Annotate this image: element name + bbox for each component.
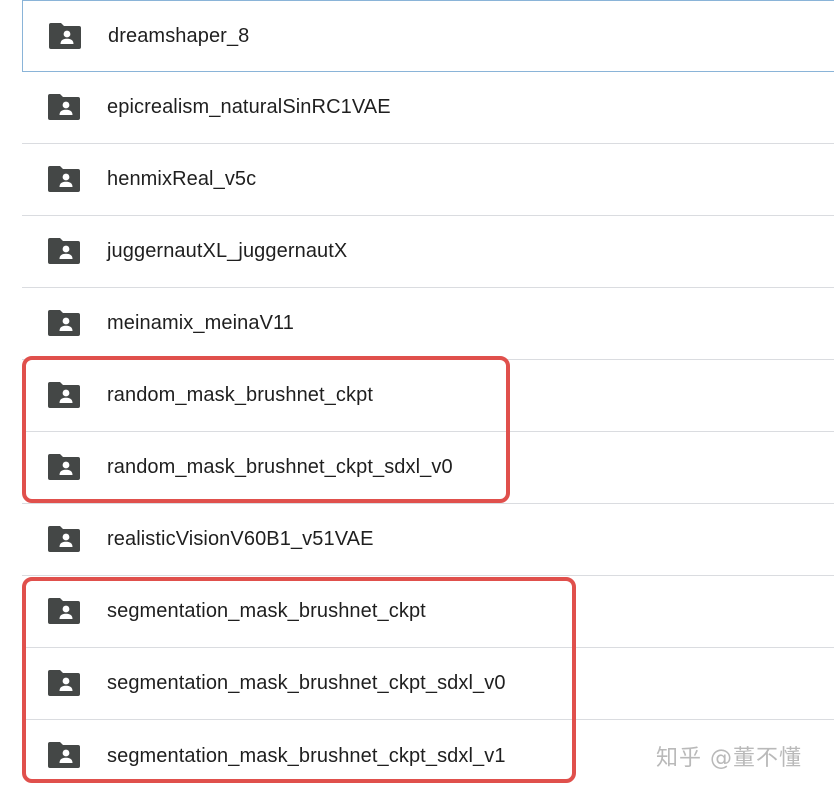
list-item[interactable]: henmixReal_v5c: [22, 144, 834, 216]
file-name: random_mask_brushnet_ckpt: [107, 384, 373, 406]
list-item[interactable]: random_mask_brushnet_ckpt: [22, 360, 834, 432]
file-name: segmentation_mask_brushnet_ckpt_sdxl_v0: [107, 672, 506, 694]
shared-folder-icon: [48, 310, 80, 336]
drive-file-list-page: dreamshaper_8 epicrealism_naturalSinRC1V…: [0, 0, 834, 789]
file-name: epicrealism_naturalSinRC1VAE: [107, 96, 391, 118]
shared-folder-icon: [48, 94, 80, 120]
shared-folder-icon: [48, 742, 80, 768]
list-item[interactable]: juggernautXL_juggernautX: [22, 216, 834, 288]
file-name: meinamix_meinaV11: [107, 312, 294, 334]
file-name: segmentation_mask_brushnet_ckpt_sdxl_v1: [107, 744, 506, 767]
file-name: segmentation_mask_brushnet_ckpt: [107, 600, 426, 622]
shared-folder-icon: [49, 23, 81, 49]
list-item[interactable]: meinamix_meinaV11: [22, 288, 834, 360]
list-item[interactable]: segmentation_mask_brushnet_ckpt: [22, 576, 834, 648]
shared-folder-icon: [48, 526, 80, 552]
file-name: random_mask_brushnet_ckpt_sdxl_v0: [107, 456, 453, 478]
file-name: henmixReal_v5c: [107, 168, 257, 190]
shared-folder-icon: [48, 166, 80, 192]
file-list: dreamshaper_8 epicrealism_naturalSinRC1V…: [22, 0, 834, 789]
list-item[interactable]: epicrealism_naturalSinRC1VAE: [22, 72, 834, 144]
shared-folder-icon: [48, 670, 80, 696]
list-item[interactable]: random_mask_brushnet_ckpt_sdxl_v0: [22, 432, 834, 504]
list-item[interactable]: realisticVisionV60B1_v51VAE: [22, 504, 834, 576]
file-name: realisticVisionV60B1_v51VAE: [107, 528, 374, 550]
file-name: dreamshaper_8: [108, 24, 250, 47]
shared-folder-icon: [48, 238, 80, 264]
list-item[interactable]: dreamshaper_8: [22, 0, 834, 72]
watermark: 知乎 @董不懂: [656, 746, 802, 771]
shared-folder-icon: [48, 382, 80, 408]
shared-folder-icon: [48, 454, 80, 480]
list-item[interactable]: segmentation_mask_brushnet_ckpt_sdxl_v0: [22, 648, 834, 720]
shared-folder-icon: [48, 598, 80, 624]
file-name: juggernautXL_juggernautX: [107, 240, 348, 262]
